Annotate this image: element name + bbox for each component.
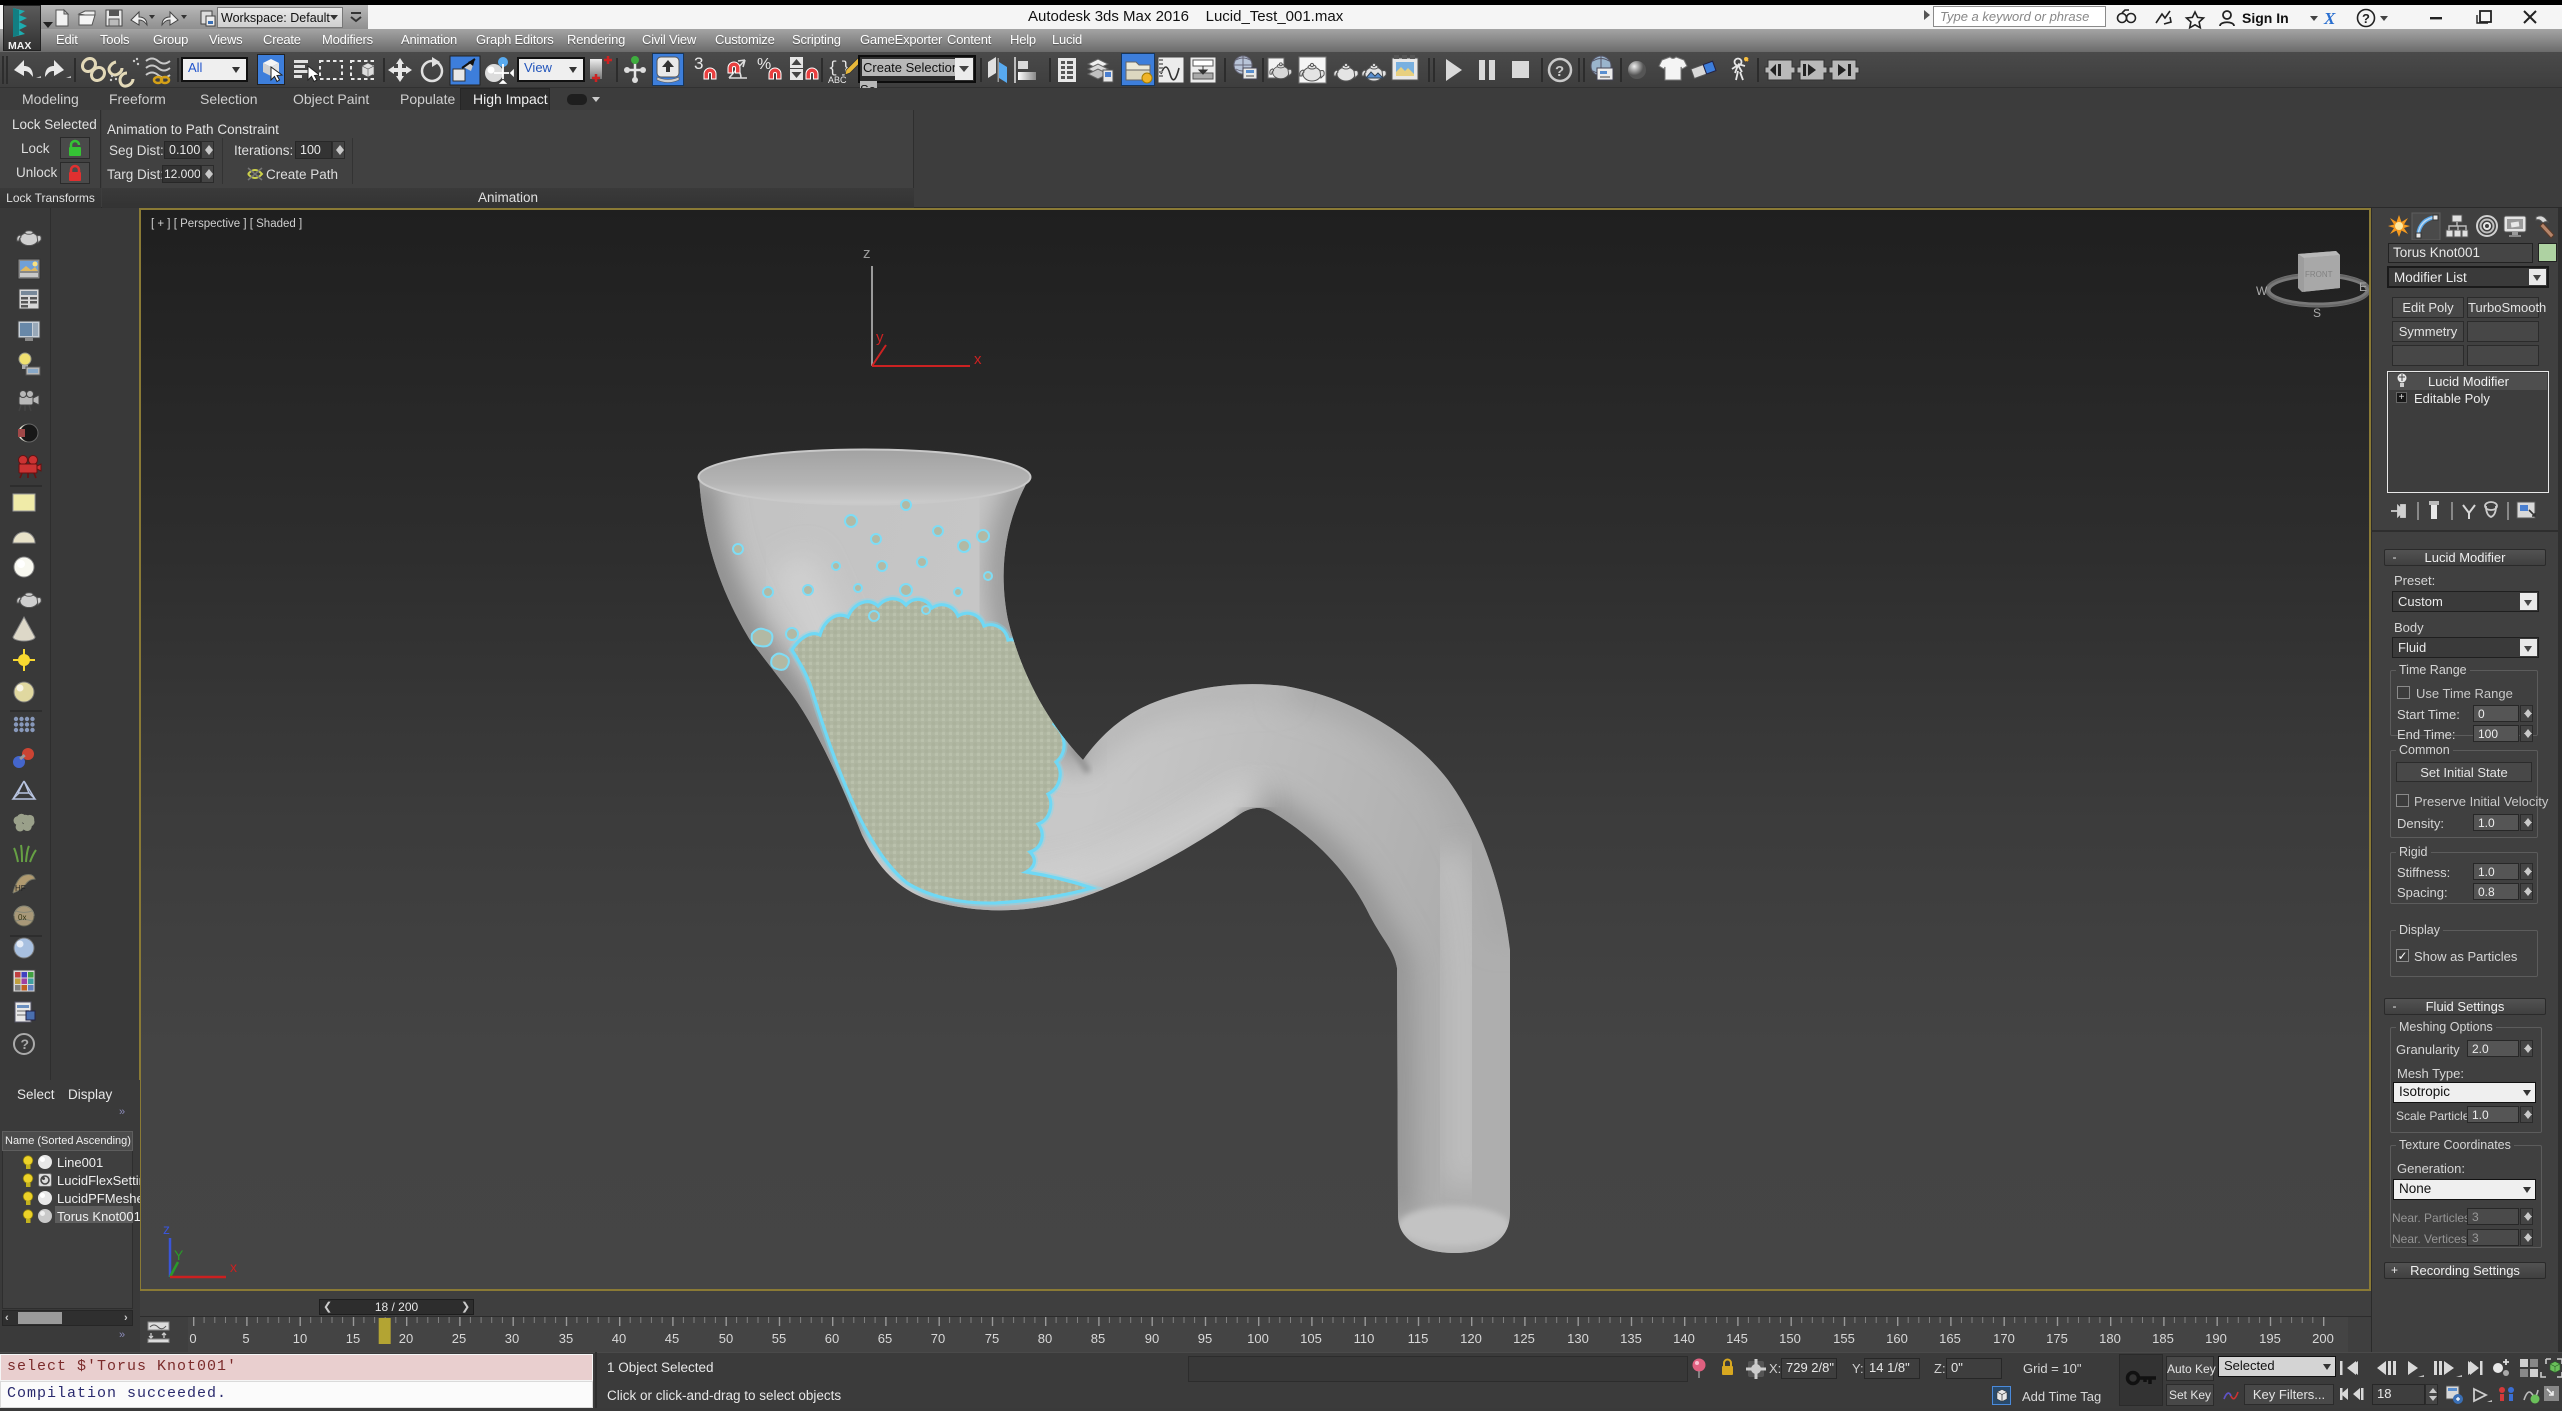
svg-text:70: 70 <box>931 1331 945 1346</box>
svg-text:20: 20 <box>399 1331 413 1346</box>
svg-text:W: W <box>2256 284 2268 298</box>
svg-text:[ + ] [ Perspective ] [ Shad: [ + ] [ Perspective ] [ Shaded ] <box>151 218 302 230</box>
svg-text:100: 100 <box>1247 1331 1269 1346</box>
svg-text:135: 135 <box>1620 1331 1642 1346</box>
svg-text:185: 185 <box>2152 1331 2174 1346</box>
svg-text:80: 80 <box>1038 1331 1052 1346</box>
svg-text:3: 3 <box>694 54 703 73</box>
svg-text:55: 55 <box>772 1331 786 1346</box>
svg-text:30: 30 <box>505 1331 519 1346</box>
svg-text:180: 180 <box>2099 1331 2121 1346</box>
svg-text:125: 125 <box>1513 1331 1535 1346</box>
svg-text:?: ? <box>1555 63 1564 80</box>
svg-text:X: X <box>2323 9 2336 28</box>
svg-text:%: % <box>757 56 771 73</box>
svg-text:S: S <box>2313 306 2321 320</box>
svg-text:65: 65 <box>878 1331 892 1346</box>
svg-text:?: ? <box>21 1036 30 1052</box>
svg-text:120: 120 <box>1460 1331 1482 1346</box>
svg-text:105: 105 <box>1300 1331 1322 1346</box>
svg-text:25: 25 <box>452 1331 466 1346</box>
svg-text:85: 85 <box>1091 1331 1105 1346</box>
svg-text:x: x <box>230 1259 237 1275</box>
svg-text:155: 155 <box>1833 1331 1855 1346</box>
svg-text:ABC: ABC <box>828 75 847 85</box>
svg-text:75: 75 <box>985 1331 999 1346</box>
svg-text:HF: HF <box>15 884 26 893</box>
svg-text:x: x <box>974 351 982 368</box>
svg-text:z: z <box>163 1221 170 1237</box>
svg-text:50: 50 <box>719 1331 733 1346</box>
svg-text:y: y <box>876 329 884 346</box>
svg-text:Y: Y <box>174 1247 184 1263</box>
svg-text:FRONT: FRONT <box>2305 270 2333 279</box>
svg-text:0: 0 <box>189 1331 196 1346</box>
svg-text:?: ? <box>2362 11 2370 26</box>
svg-text:200: 200 <box>2312 1331 2334 1346</box>
svg-text:LucidPFMesher: LucidPFMesher <box>57 1191 140 1206</box>
svg-text:110: 110 <box>1354 1331 1375 1346</box>
svg-text:15: 15 <box>346 1331 360 1346</box>
svg-text:0x: 0x <box>18 913 26 922</box>
svg-text:z: z <box>863 245 871 262</box>
svg-text:5: 5 <box>242 1331 249 1346</box>
svg-text:140: 140 <box>1673 1331 1695 1346</box>
svg-text:115: 115 <box>1408 1331 1429 1346</box>
svg-text:MAX: MAX <box>8 40 31 51</box>
svg-text:145: 145 <box>1726 1331 1748 1346</box>
svg-text:Sign In: Sign In <box>2242 10 2289 26</box>
svg-text:35: 35 <box>559 1331 573 1346</box>
svg-text:Line001: Line001 <box>57 1155 103 1170</box>
svg-text:95: 95 <box>1198 1331 1212 1346</box>
svg-text:Torus Knot001: Torus Knot001 <box>57 1209 140 1224</box>
svg-text:165: 165 <box>1939 1331 1961 1346</box>
svg-text:190: 190 <box>2205 1331 2227 1346</box>
svg-text:10: 10 <box>293 1331 307 1346</box>
svg-text:160: 160 <box>1886 1331 1908 1346</box>
svg-text:LucidFlexSettin: LucidFlexSettin <box>57 1173 140 1188</box>
svg-text:E: E <box>2359 280 2367 294</box>
svg-text:130: 130 <box>1567 1331 1589 1346</box>
svg-text:150: 150 <box>1779 1331 1801 1346</box>
svg-text:45: 45 <box>665 1331 679 1346</box>
svg-text:90: 90 <box>1145 1331 1159 1346</box>
svg-text:40: 40 <box>612 1331 626 1346</box>
svg-text:175: 175 <box>2046 1331 2068 1346</box>
svg-text:170: 170 <box>1993 1331 2015 1346</box>
svg-text:60: 60 <box>825 1331 839 1346</box>
svg-text:195: 195 <box>2259 1331 2281 1346</box>
